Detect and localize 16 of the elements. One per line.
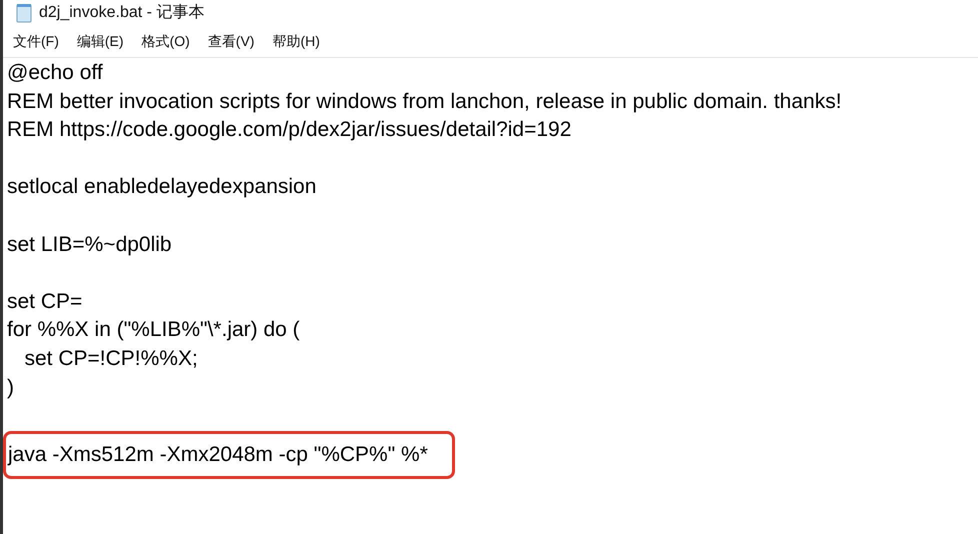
code-line: @echo off <box>7 61 103 84</box>
notepad-icon <box>15 3 33 23</box>
code-line: REM https://code.google.com/p/dex2jar/issues/detail?id=192 <box>7 118 572 142</box>
menu-item[interactable]: 格式(O) <box>140 31 192 52</box>
code-line: REM better invocation scripts for windows from lanchon, release in public domain. thanks! <box>7 90 842 113</box>
window-title: d2j_invoke.bat - 记事本 <box>39 2 204 23</box>
menu-item[interactable]: 文件(F) <box>11 31 61 52</box>
code-line: set LIB=%~dp0lib <box>7 232 172 256</box>
code-line: set CP=!CP!%%X; <box>24 346 198 370</box>
code-line: for %%X in ("%LIB%"\*.jar) do ( <box>7 318 300 342</box>
code-line: setlocal enabledelayedexpansion <box>7 175 316 198</box>
menu-item[interactable]: 查看(V) <box>206 31 256 52</box>
menu-item[interactable]: 编辑(E) <box>74 31 126 52</box>
code-line: ) <box>7 376 14 399</box>
code-line: set CP= <box>7 290 82 313</box>
menu-item[interactable]: 帮助(H) <box>270 31 322 52</box>
